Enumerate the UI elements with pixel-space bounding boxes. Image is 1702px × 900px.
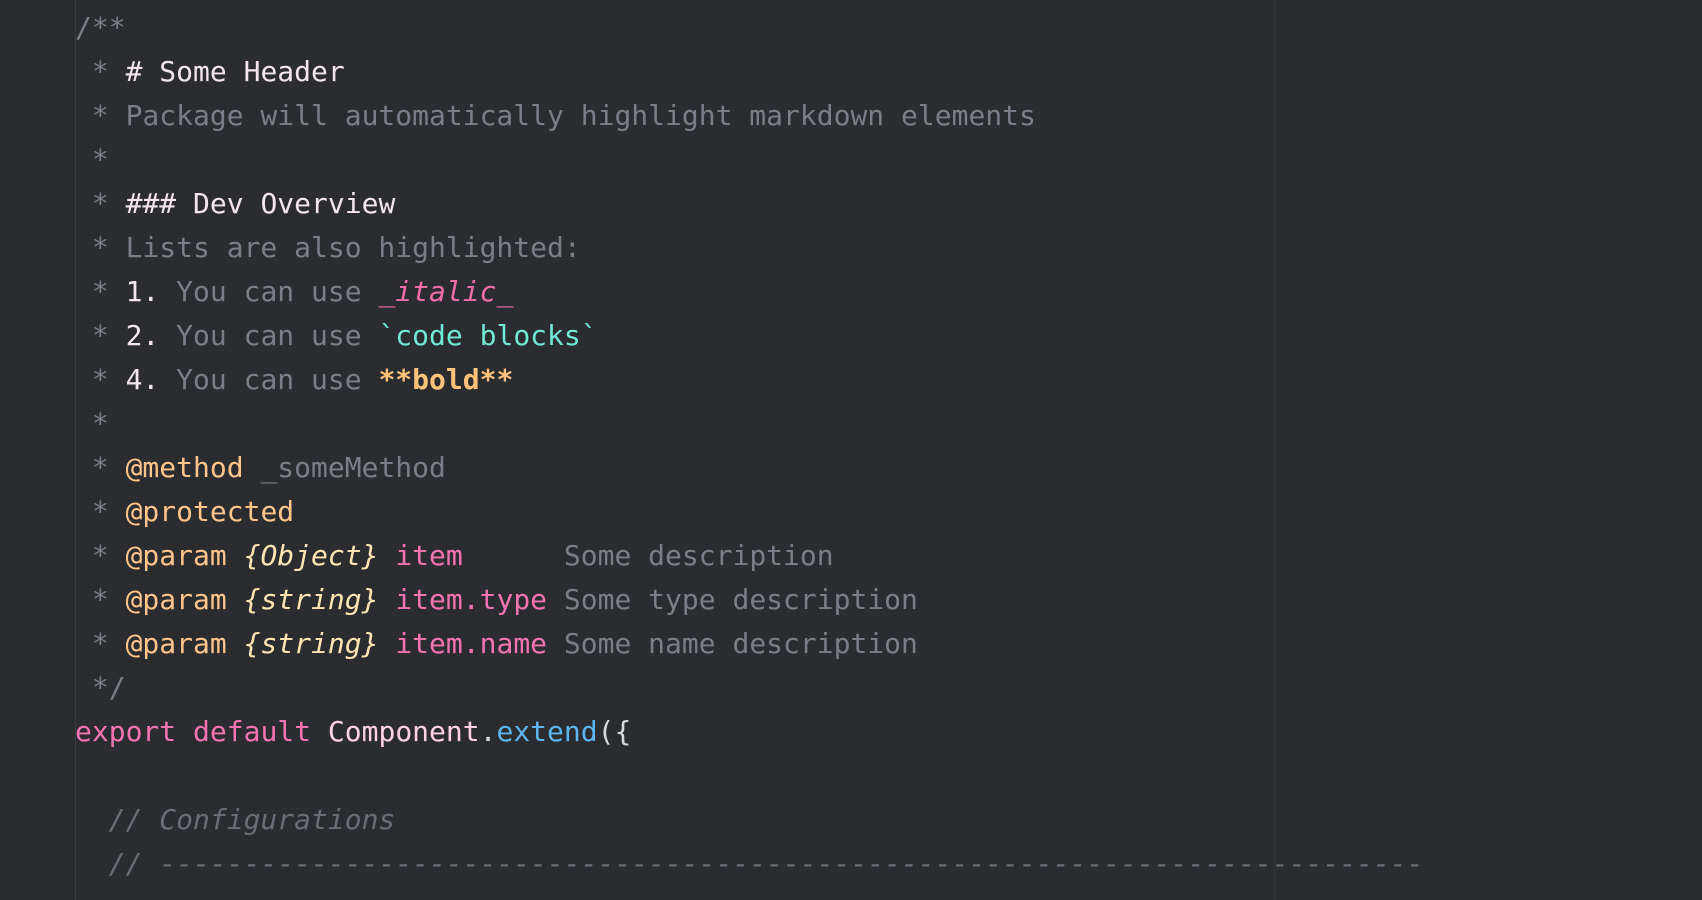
code-token: Some name description xyxy=(547,627,918,660)
code-token: {Object} xyxy=(243,539,379,572)
code-token: # Some Header xyxy=(125,55,345,88)
code-token: */ xyxy=(75,671,126,704)
code-token: Some type description xyxy=(547,583,918,616)
code-lines[interactable]: /** * # Some Header * Package will autom… xyxy=(75,6,1424,886)
code-token: You can use xyxy=(159,275,379,308)
code-token: _italic_ xyxy=(378,275,514,308)
code-token: * xyxy=(75,143,109,176)
code-line[interactable]: * 1. You can use _italic_ xyxy=(75,270,1424,314)
code-token: * Lists are also highlighted: xyxy=(75,231,581,264)
code-token: /** xyxy=(75,11,126,44)
code-token: Some description xyxy=(462,539,834,572)
code-token: item.type xyxy=(395,583,548,616)
code-token: extend xyxy=(496,715,598,748)
code-token: ### Dev Overview xyxy=(125,187,396,220)
code-line[interactable]: * ### Dev Overview xyxy=(75,182,1424,226)
code-token: * Package will automatically highlight m… xyxy=(75,99,1036,132)
code-editor[interactable]: /** * # Some Header * Package will autom… xyxy=(0,0,1702,900)
code-line[interactable]: * @method _someMethod xyxy=(75,446,1424,490)
code-token: default xyxy=(193,715,312,748)
code-line[interactable]: // -------------------------------------… xyxy=(75,842,1424,886)
code-token: * xyxy=(75,363,126,396)
code-line[interactable]: */ xyxy=(75,666,1424,710)
code-token: * xyxy=(75,495,126,528)
code-token: * xyxy=(75,407,109,440)
code-token: 4. xyxy=(125,363,160,396)
code-token: 2. xyxy=(125,319,160,352)
code-token: // -------------------------------------… xyxy=(75,847,1424,880)
code-line[interactable]: * @protected xyxy=(75,490,1424,534)
code-line[interactable]: * xyxy=(75,138,1424,182)
code-token: * xyxy=(75,275,126,308)
code-token: * xyxy=(75,187,126,220)
code-line[interactable]: /** xyxy=(75,6,1424,50)
code-token: `code blocks` xyxy=(378,319,598,352)
code-token: @param xyxy=(125,627,227,660)
code-line[interactable]: * @param {string} item.name Some name de… xyxy=(75,622,1424,666)
code-token: You can use xyxy=(159,319,379,352)
code-token: * xyxy=(75,539,126,572)
code-token: {string} xyxy=(243,583,379,616)
code-line[interactable] xyxy=(75,754,1424,798)
code-token: * xyxy=(75,451,126,484)
code-token: item xyxy=(395,539,463,572)
code-token: @method xyxy=(125,451,244,484)
code-line[interactable]: * Lists are also highlighted: xyxy=(75,226,1424,270)
code-line[interactable]: * 4. You can use **bold** xyxy=(75,358,1424,402)
code-line[interactable]: export default Component.extend({ xyxy=(75,710,1424,754)
code-line[interactable]: // Configurations xyxy=(75,798,1424,842)
code-token: You can use xyxy=(159,363,379,396)
code-token: _someMethod xyxy=(243,451,446,484)
code-line[interactable]: * xyxy=(75,402,1424,446)
code-token: 1. xyxy=(125,275,160,308)
code-token: {string} xyxy=(243,627,379,660)
code-token: * xyxy=(75,319,126,352)
code-token: ({ xyxy=(597,715,632,748)
code-token: * xyxy=(75,55,126,88)
code-token: @protected xyxy=(125,495,295,528)
code-token: . xyxy=(479,715,497,748)
code-line[interactable]: * # Some Header xyxy=(75,50,1424,94)
code-token: Component xyxy=(327,715,480,748)
code-line[interactable]: * @param {Object} item Some description xyxy=(75,534,1424,578)
code-token: item.name xyxy=(395,627,548,660)
code-token: @param xyxy=(125,583,227,616)
code-token: * xyxy=(75,627,126,660)
code-line[interactable]: * @param {string} item.type Some type de… xyxy=(75,578,1424,622)
code-token: * xyxy=(75,583,126,616)
code-token: export xyxy=(75,715,177,748)
code-token: @param xyxy=(125,539,227,572)
code-line[interactable]: * 2. You can use `code blocks` xyxy=(75,314,1424,358)
code-token: **bold** xyxy=(378,363,514,396)
code-line[interactable]: * Package will automatically highlight m… xyxy=(75,94,1424,138)
code-token: // Configurations xyxy=(75,803,396,836)
